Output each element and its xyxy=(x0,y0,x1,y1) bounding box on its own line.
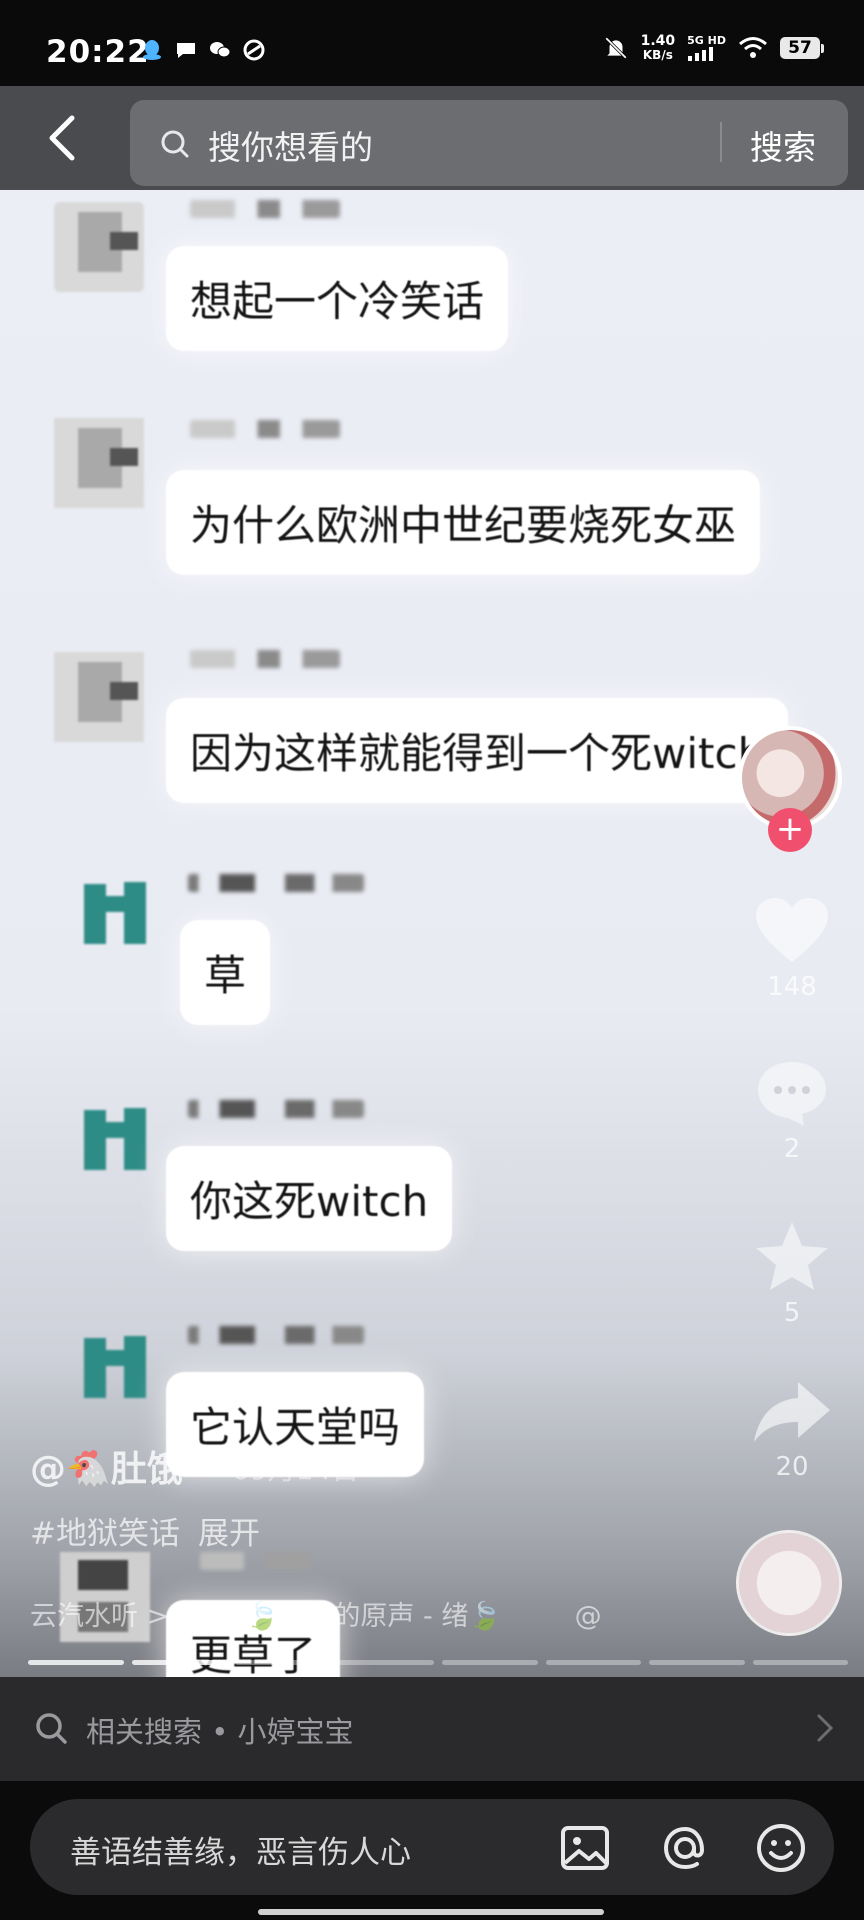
back-button[interactable] xyxy=(34,110,90,166)
image-button[interactable] xyxy=(558,1821,612,1875)
music-suffix: @ xyxy=(574,1601,602,1632)
share-button[interactable]: 20 xyxy=(740,1380,844,1482)
username-blurred xyxy=(200,1552,310,1570)
comment-input[interactable]: 善语结善缘，恶言伤人心 xyxy=(30,1799,834,1895)
emoji-button[interactable] xyxy=(754,1821,808,1875)
video-progress[interactable] xyxy=(28,1660,848,1665)
expand-button[interactable]: 展开 xyxy=(198,1516,260,1552)
share-icon xyxy=(754,1382,830,1442)
username-blurred xyxy=(190,650,340,668)
mute-bell-icon xyxy=(604,37,627,59)
comment-icon xyxy=(758,1062,826,1126)
avatar xyxy=(54,202,144,292)
video-caption: #地狱笑话 展开 xyxy=(30,1508,260,1553)
chevron-left-icon xyxy=(49,115,75,161)
username-blurred xyxy=(188,1326,364,1344)
music-source: 云汽水听 > xyxy=(30,1601,170,1632)
at-icon xyxy=(663,1826,705,1870)
favorite-button[interactable]: 5 xyxy=(740,1220,844,1328)
avatar xyxy=(80,1096,170,1186)
chat-bubble: 想起一个冷笑话 xyxy=(166,246,509,351)
net-type: 5G HD xyxy=(687,34,726,47)
share-count: 20 xyxy=(775,1452,809,1482)
progress-segment xyxy=(131,1660,227,1665)
music-disc[interactable] xyxy=(736,1530,842,1636)
related-search-bar[interactable]: 相关搜索 • 小婷宝宝 xyxy=(0,1677,864,1781)
post-date: 09月14日 xyxy=(232,1453,360,1486)
comment-placeholder: 善语结善缘，恶言伤人心 xyxy=(70,1835,411,1871)
avatar xyxy=(80,870,170,960)
comment-area: 善语结善缘，恶言伤人心 xyxy=(0,1781,864,1920)
progress-segment xyxy=(235,1660,331,1665)
progress-segment xyxy=(649,1660,745,1665)
search-icon xyxy=(161,130,189,158)
search-button[interactable]: 搜索 xyxy=(750,121,816,169)
comment-button[interactable]: 2 xyxy=(740,1058,844,1164)
search-input[interactable]: 搜你想看的 xyxy=(208,121,373,169)
chat-bubble: 因为这样就能得到一个死witch xyxy=(166,698,789,803)
author-name[interactable]: @🐔肚饿 xyxy=(30,1440,183,1492)
like-button[interactable]: 148 xyxy=(740,896,844,1002)
search-icon xyxy=(36,1713,67,1744)
app-icon xyxy=(243,39,265,61)
qq-icon xyxy=(143,40,161,60)
music-title: @绪🍃创作的原声 - 绪🍃 xyxy=(191,1601,502,1632)
like-count: 148 xyxy=(767,972,817,1002)
favorite-count: 5 xyxy=(783,1298,801,1328)
heart-icon xyxy=(756,898,828,962)
hashtag[interactable]: #地狱笑话 xyxy=(30,1516,180,1552)
comment-count: 2 xyxy=(783,1134,801,1164)
status-bar: 20:22 1.40 KB/s 5G HD 57 xyxy=(0,0,864,86)
username-blurred xyxy=(190,200,340,218)
signal-icon xyxy=(688,47,714,61)
image-icon xyxy=(561,1826,609,1870)
progress-segment xyxy=(442,1660,538,1665)
avatar xyxy=(54,652,144,742)
net-speed-value: 1.40 xyxy=(640,33,676,49)
status-right: 1.40 KB/s 5G HD 57 xyxy=(603,34,824,62)
chevron-right-icon xyxy=(817,1714,834,1742)
video-player[interactable]: 想起一个冷笑话 为什么欧洲中世纪要烧死女巫 因为这样就能得到一个死witch 草… xyxy=(0,190,864,1677)
mention-button[interactable] xyxy=(658,1821,712,1875)
music-info[interactable]: 云汽水听 > @绪🍃创作的原声 - 绪🍃 @ xyxy=(30,1594,602,1633)
chat-bubble: 为什么欧洲中世纪要烧死女巫 xyxy=(166,470,761,575)
chat-bubble: 你这死witch xyxy=(166,1146,453,1251)
search-header: 搜你想看的 搜索 xyxy=(0,86,864,190)
progress-segment xyxy=(28,1660,124,1665)
home-indicator[interactable] xyxy=(258,1909,604,1915)
notification-icons xyxy=(140,38,266,62)
progress-segment xyxy=(545,1660,641,1665)
status-time: 20:22 xyxy=(46,34,150,70)
battery: 57 xyxy=(780,37,824,59)
follow-button[interactable]: + xyxy=(768,808,812,852)
avatar xyxy=(80,1324,170,1414)
battery-tip xyxy=(821,43,824,53)
search-box[interactable]: 搜你想看的 搜索 xyxy=(130,100,848,186)
star-icon xyxy=(756,1222,828,1290)
progress-segment xyxy=(752,1660,848,1665)
emoji-icon xyxy=(757,1824,805,1872)
net-speed-unit: KB/s xyxy=(642,48,673,62)
search-divider xyxy=(720,122,722,162)
cellular: 5G HD xyxy=(687,35,726,61)
avatar xyxy=(54,418,144,508)
username-blurred xyxy=(188,1100,364,1118)
progress-segment xyxy=(338,1660,434,1665)
username-blurred xyxy=(190,420,340,438)
battery-level: 57 xyxy=(780,37,820,59)
wechat-icon xyxy=(210,42,231,58)
net-speed: 1.40 KB/s xyxy=(641,34,676,62)
wifi-icon xyxy=(739,37,767,58)
related-search-text: 相关搜索 • 小婷宝宝 xyxy=(86,1715,354,1749)
username-blurred xyxy=(188,874,364,892)
message-icon xyxy=(177,43,195,58)
chat-bubble: 草 xyxy=(180,920,271,1025)
